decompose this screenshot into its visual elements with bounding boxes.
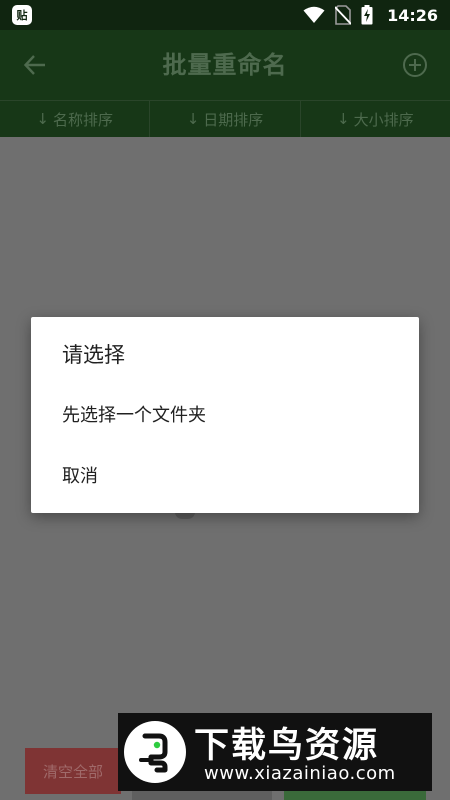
sort-arrow-down-icon: ↓ (186, 110, 200, 128)
sort-arrow-down-icon: ↓ (36, 110, 49, 128)
cancel-option[interactable]: 取消 (62, 462, 98, 488)
watermark: 下载鸟资源 www.xiazainiao.com (118, 713, 432, 791)
wifi-icon (303, 6, 325, 23)
sort-tab-label: 名称排序 (52, 110, 113, 129)
sort-by-name-tab[interactable]: ↓ 名称排序 (0, 101, 151, 137)
select-folder-option[interactable]: 先选择一个文件夹 (62, 401, 206, 427)
watermark-name: 下载鸟资源 (194, 726, 380, 766)
clear-all-button[interactable]: 清空全部 (25, 748, 121, 794)
sort-tab-label: 大小排序 (353, 110, 414, 129)
bird-logo-icon (124, 721, 186, 783)
sort-bar: ↓ 名称排序 ↓ 日期排序 ↓ 大小排序 (0, 100, 450, 137)
select-dialog: 请选择 先选择一个文件夹 取消 (31, 317, 419, 513)
status-time: 14:26 (387, 5, 438, 25)
app-bar: 批量重命名 (0, 30, 450, 100)
page-title: 批量重命名 (162, 51, 288, 79)
sort-tab-label: 日期排序 (203, 110, 264, 129)
status-icons: 14:26 (303, 0, 438, 30)
dialog-title: 请选择 (62, 343, 125, 367)
plus-circle-icon (403, 53, 427, 77)
status-bar: 贴 14:26 (0, 0, 450, 30)
notification-app-icon: 贴 (12, 5, 32, 25)
watermark-url: www.xiazainiao.com (204, 763, 396, 784)
sort-arrow-down-icon: ↓ (337, 110, 350, 128)
notification-app-icon-glyph: 贴 (16, 9, 28, 22)
sort-by-date-tab[interactable]: ↓ 日期排序 (150, 101, 301, 137)
no-sim-icon (335, 5, 352, 25)
add-button[interactable] (402, 52, 428, 78)
battery-charging-icon (361, 5, 373, 25)
sort-by-size-tab[interactable]: ↓ 大小排序 (301, 101, 450, 137)
